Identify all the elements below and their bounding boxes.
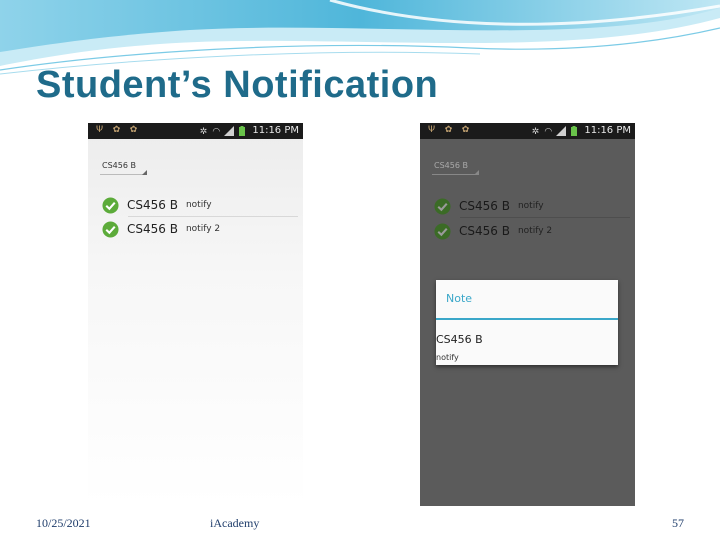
notification-icon: ✿ xyxy=(112,125,121,135)
status-bar: Ψ ✿ ✿ ✲ ◠ 11:16 PM xyxy=(88,123,303,139)
course-dropdown[interactable]: CS456 B xyxy=(434,161,468,170)
wifi-icon: ◠ xyxy=(212,126,221,137)
status-time: 11:16 PM xyxy=(252,125,299,136)
course-dropdown[interactable]: CS456 B xyxy=(102,161,136,170)
slide-page-number: 57 xyxy=(672,516,684,530)
notification-text: notify 2 xyxy=(185,224,221,234)
dialog-title-divider xyxy=(436,318,618,320)
notification-text: notify xyxy=(185,200,212,210)
status-bar: Ψ ✿ ✿ ✲ ◠ 11:16 PM xyxy=(420,123,635,139)
slide-title: Student’s Notification xyxy=(36,64,439,106)
slide-footer-text: iAcademy xyxy=(210,516,260,530)
battery-icon xyxy=(571,126,578,136)
settings-icon: ✲ xyxy=(199,126,208,137)
battery-icon xyxy=(239,126,246,136)
dialog-title: Note xyxy=(446,292,473,305)
notification-text: notify xyxy=(517,201,544,211)
settings-icon: ✲ xyxy=(531,126,540,137)
notification-row[interactable]: CS456 B notify xyxy=(102,195,297,215)
phone-screenshot-notifications: Ψ ✿ ✿ ✲ ◠ 11:16 PM CS456 B CS456 B notif… xyxy=(88,123,303,506)
notification-row[interactable]: CS456 B notify 2 xyxy=(102,219,297,239)
check-circle-icon xyxy=(434,222,451,240)
check-circle-icon xyxy=(434,197,451,215)
dropdown-arrow-icon[interactable] xyxy=(474,170,479,175)
usb-icon: Ψ xyxy=(427,125,436,135)
signal-icon xyxy=(556,126,567,136)
dropdown-arrow-icon[interactable] xyxy=(142,170,147,175)
check-circle-icon xyxy=(102,220,119,238)
row-divider xyxy=(128,216,298,217)
notification-course: CS456 B xyxy=(459,199,510,213)
note-dialog[interactable]: Note CS456 B notify xyxy=(436,280,618,365)
notification-course: CS456 B xyxy=(127,222,178,236)
phone-screenshot-note-dialog: Ψ ✿ ✿ ✲ ◠ 11:16 PM CS456 B CS456 B notif… xyxy=(420,123,635,506)
notification-row[interactable]: CS456 B notify xyxy=(434,196,629,216)
notification-icon: ✿ xyxy=(444,125,453,135)
dialog-note-text: notify xyxy=(436,353,459,362)
row-divider xyxy=(460,217,630,218)
notification-icon: ✿ xyxy=(129,125,138,135)
dropdown-underline xyxy=(432,174,478,175)
dropdown-underline xyxy=(100,174,146,175)
slide-date: 10/25/2021 xyxy=(36,516,91,530)
signal-icon xyxy=(224,126,235,136)
usb-icon: Ψ xyxy=(95,125,104,135)
status-time: 11:16 PM xyxy=(584,125,631,136)
notification-course: CS456 B xyxy=(459,224,510,238)
notification-row[interactable]: CS456 B notify 2 xyxy=(434,221,629,241)
notification-text: notify 2 xyxy=(517,226,553,236)
dialog-course: CS456 B xyxy=(436,333,483,346)
notification-icon: ✿ xyxy=(461,125,470,135)
check-circle-icon xyxy=(102,196,119,214)
wifi-icon: ◠ xyxy=(544,126,553,137)
notification-course: CS456 B xyxy=(127,198,178,212)
